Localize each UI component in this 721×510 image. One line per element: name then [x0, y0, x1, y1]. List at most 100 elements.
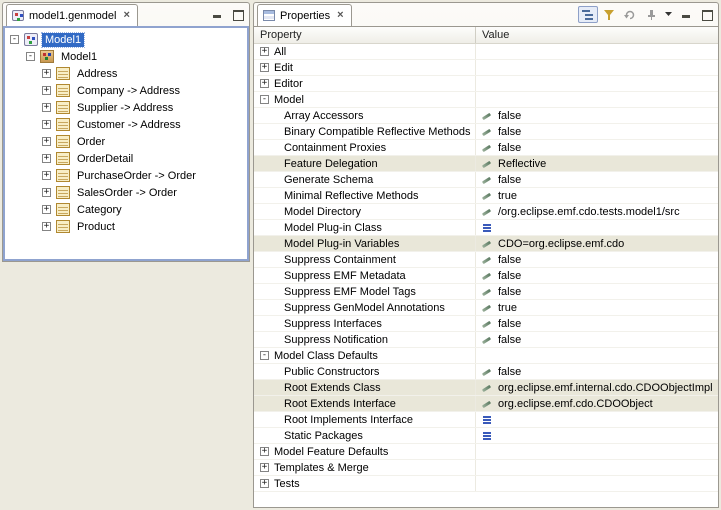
property-row[interactable]: Model Plug-in Class	[254, 220, 718, 236]
value-cell[interactable]	[476, 412, 718, 427]
property-row[interactable]: Root Implements Interface	[254, 412, 718, 428]
property-row[interactable]: Static Packages	[254, 428, 718, 444]
maximize-icon[interactable]	[231, 9, 244, 20]
value-cell[interactable]: false	[476, 124, 718, 139]
expander-icon[interactable]: +	[42, 154, 51, 163]
expander-icon[interactable]: +	[260, 47, 269, 56]
minimize-icon[interactable]	[211, 9, 224, 20]
property-row[interactable]: Minimal Reflective Methodstrue	[254, 188, 718, 204]
expander-icon[interactable]: -	[10, 35, 19, 44]
value-cell[interactable]: false	[476, 316, 718, 331]
class-icon	[56, 84, 70, 97]
expander-icon[interactable]: -	[260, 95, 269, 104]
expander-icon[interactable]: +	[42, 205, 51, 214]
property-row[interactable]: Suppress EMF Metadatafalse	[254, 268, 718, 284]
value-cell[interactable]	[476, 428, 718, 443]
tree-item-class[interactable]: +Customer -> Address	[7, 116, 247, 133]
value-cell[interactable]: /org.eclipse.emf.cdo.tests.model1/src	[476, 204, 718, 219]
tree-item-class[interactable]: +Category	[7, 201, 247, 218]
property-label: Feature Delegation	[254, 158, 378, 170]
value-cell	[476, 92, 718, 107]
value-cell[interactable]: Reflective	[476, 156, 718, 171]
property-row[interactable]: Feature Delegation Reflective	[254, 156, 718, 172]
view-menu-button[interactable]	[662, 12, 676, 17]
expander-icon[interactable]: +	[42, 86, 51, 95]
editable-value-icon	[480, 318, 494, 330]
show-categories-button[interactable]	[578, 6, 598, 23]
minimize-icon[interactable]	[680, 9, 693, 20]
expander-icon[interactable]: +	[42, 188, 51, 197]
value-cell[interactable]: false	[476, 332, 718, 347]
property-row[interactable]: Suppress Interfacesfalse	[254, 316, 718, 332]
category-row[interactable]: +Templates & Merge	[254, 460, 718, 476]
value-cell[interactable]: true	[476, 300, 718, 315]
property-row[interactable]: Model Directory/org.eclipse.emf.cdo.test…	[254, 204, 718, 220]
expander-icon[interactable]: +	[42, 69, 51, 78]
tree-item-class[interactable]: +SalesOrder -> Order	[7, 184, 247, 201]
value-cell[interactable]: org.eclipse.emf.internal.cdo.CDOObjectIm…	[476, 380, 718, 395]
expander-icon[interactable]: +	[260, 63, 269, 72]
value-cell[interactable]: org.eclipse.emf.cdo.CDOObject	[476, 396, 718, 411]
tree-item-class[interactable]: +Address	[7, 65, 247, 82]
property-row[interactable]: Binary Compatible Reflective Methodsfals…	[254, 124, 718, 140]
property-row[interactable]: Array Accessorsfalse	[254, 108, 718, 124]
close-icon[interactable]: ×	[121, 10, 129, 21]
property-row[interactable]: Suppress EMF Model Tagsfalse	[254, 284, 718, 300]
tree-item-class[interactable]: +Product	[7, 218, 247, 235]
expander-icon[interactable]: +	[42, 137, 51, 146]
expander-icon[interactable]: +	[42, 103, 51, 112]
value-cell[interactable]: CDO=org.eclipse.emf.cdo	[476, 236, 718, 251]
tree-item-class[interactable]: +PurchaseOrder -> Order	[7, 167, 247, 184]
expander-icon[interactable]: +	[260, 463, 269, 472]
property-row[interactable]: Root Extends Classorg.eclipse.emf.intern…	[254, 380, 718, 396]
property-row[interactable]: Suppress Containmentfalse	[254, 252, 718, 268]
tree-item-package[interactable]: -Model1	[7, 48, 247, 65]
value-cell[interactable]: false	[476, 364, 718, 379]
value-cell[interactable]: false	[476, 108, 718, 123]
category-row[interactable]: +All	[254, 44, 718, 60]
category-row[interactable]: +Edit	[254, 60, 718, 76]
menu-arrow-icon	[665, 12, 673, 17]
value-cell[interactable]: false	[476, 172, 718, 187]
expander-icon[interactable]: +	[260, 79, 269, 88]
property-row[interactable]: Public Constructorsfalse	[254, 364, 718, 380]
category-row[interactable]: +Model Feature Defaults	[254, 444, 718, 460]
property-row[interactable]: Root Extends Interfaceorg.eclipse.emf.cd…	[254, 396, 718, 412]
property-row[interactable]: Model Plug-in VariablesCDO=org.eclipse.e…	[254, 236, 718, 252]
tree-item-class[interactable]: +Supplier -> Address	[7, 99, 247, 116]
expander-icon[interactable]: +	[42, 120, 51, 129]
expander-icon[interactable]: -	[26, 52, 35, 61]
show-advanced-button[interactable]	[599, 6, 619, 23]
close-icon[interactable]: ×	[335, 10, 343, 21]
tab-properties[interactable]: Properties ×	[257, 4, 352, 26]
restore-default-button[interactable]	[620, 6, 640, 23]
tree-item-root[interactable]: -Model1	[7, 31, 247, 48]
expander-icon[interactable]: -	[260, 351, 269, 360]
maximize-icon[interactable]	[700, 9, 713, 20]
expander-icon[interactable]: +	[42, 222, 51, 231]
value-cell[interactable]: true	[476, 188, 718, 203]
value-cell[interactable]: false	[476, 268, 718, 283]
property-row[interactable]: Suppress Notificationfalse	[254, 332, 718, 348]
tree-item-class[interactable]: +Company -> Address	[7, 82, 247, 99]
expander-icon[interactable]: +	[260, 479, 269, 488]
value-cell[interactable]: false	[476, 252, 718, 267]
value-cell[interactable]	[476, 220, 718, 235]
value-cell[interactable]: false	[476, 284, 718, 299]
expander-icon[interactable]: +	[260, 447, 269, 456]
tab-model1-genmodel[interactable]: model1.genmodel ×	[6, 4, 138, 26]
category-row[interactable]: -Model Class Defaults	[254, 348, 718, 364]
expander-icon[interactable]: +	[42, 171, 51, 180]
category-row[interactable]: +Tests	[254, 476, 718, 492]
property-row[interactable]: Containment Proxiesfalse	[254, 140, 718, 156]
property-row[interactable]: Suppress GenModel Annotationstrue	[254, 300, 718, 316]
tree-item-class[interactable]: +OrderDetail	[7, 150, 247, 167]
property-cell: Root Extends Interface	[254, 396, 476, 411]
category-row[interactable]: -Model	[254, 92, 718, 108]
tree-item-class[interactable]: +Order	[7, 133, 247, 150]
property-row[interactable]: Generate Schemafalse	[254, 172, 718, 188]
category-row[interactable]: +Editor	[254, 76, 718, 92]
pin-view-button[interactable]	[641, 6, 661, 23]
value-cell[interactable]: false	[476, 140, 718, 155]
property-cell: -Model	[254, 92, 476, 107]
